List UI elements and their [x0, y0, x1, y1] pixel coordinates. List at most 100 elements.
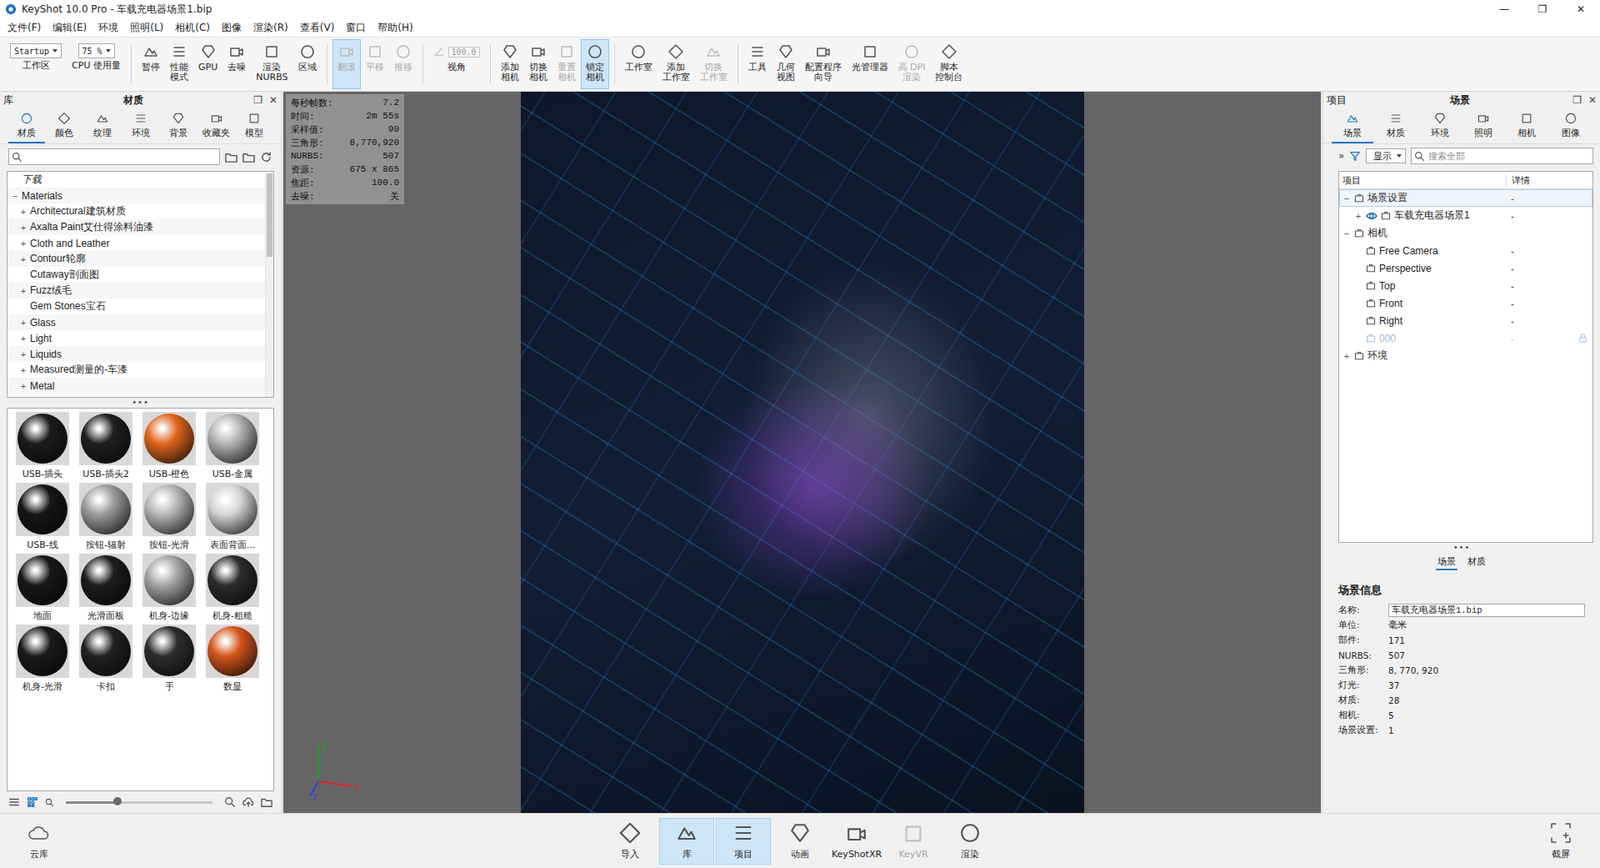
- menu-item[interactable]: 照明(L): [124, 20, 170, 35]
- grid-view-icon[interactable]: [26, 795, 39, 808]
- menu-item[interactable]: 渲染(R): [247, 20, 295, 35]
- display-dropdown[interactable]: 显示: [1365, 148, 1406, 164]
- tree-toggle[interactable]: +: [1354, 210, 1363, 221]
- tree-row[interactable]: +Metal: [7, 377, 265, 394]
- toolbar-button[interactable]: 切换 相机: [524, 39, 553, 90]
- library-tab[interactable]: 纹理: [84, 108, 121, 144]
- eye-icon[interactable]: [1365, 210, 1378, 222]
- toolbar-button[interactable]: 脚本 控制台: [930, 39, 968, 90]
- material-thumbnail[interactable]: USB-线: [10, 482, 75, 554]
- bottom-button[interactable]: 库: [659, 817, 715, 865]
- material-thumbnail[interactable]: USB-插头: [10, 411, 75, 483]
- project-tab[interactable]: 相机: [1505, 108, 1548, 144]
- tree-row[interactable]: +Contour轮廓: [7, 250, 265, 267]
- toolbar-button[interactable]: 工作室: [620, 39, 658, 90]
- folder-action-icon[interactable]: [260, 150, 273, 164]
- window-control-button[interactable]: ✕: [1561, 0, 1600, 19]
- toolbar-button[interactable]: 推移: [389, 39, 418, 90]
- toolbar-button[interactable]: 区域: [293, 39, 322, 90]
- scene-tree-row[interactable]: −相机: [1339, 224, 1593, 242]
- toolbar-button[interactable]: 性能 模式: [165, 39, 194, 90]
- toolbar-button[interactable]: 75 %CPU 使用量: [66, 39, 126, 90]
- scene-tree-row[interactable]: +环境: [1339, 346, 1593, 365]
- scene-tree-row[interactable]: 000-: [1339, 329, 1593, 347]
- panel-control-button[interactable]: ❐: [1572, 94, 1582, 106]
- folder-action-icon[interactable]: [225, 150, 238, 164]
- tree-toggle[interactable]: +: [19, 365, 28, 375]
- library-tab[interactable]: 模型: [235, 108, 273, 144]
- material-thumbnail[interactable]: 按钮-辐射: [74, 482, 138, 554]
- toolbar-button[interactable]: 暂停: [136, 39, 165, 90]
- material-thumbnail[interactable]: 表面背面...: [200, 482, 265, 554]
- tree-row[interactable]: +Liquids: [7, 345, 265, 362]
- render-image[interactable]: [520, 91, 1085, 813]
- bottom-button[interactable]: 渲染: [942, 817, 998, 865]
- scene-tree-row[interactable]: +车载充电器场景1-: [1339, 206, 1593, 225]
- tree-row[interactable]: Gem Stones宝石: [7, 298, 265, 315]
- project-tab[interactable]: 照明: [1462, 108, 1505, 144]
- toolbar-button[interactable]: 配置程序 向导: [800, 39, 847, 90]
- splitter-handle[interactable]: •••: [1323, 542, 1600, 553]
- lock-icon[interactable]: [1578, 333, 1588, 343]
- material-thumbnail[interactable]: USB-金属: [200, 411, 265, 483]
- project-tab[interactable]: 材质: [1375, 108, 1417, 144]
- tree-row[interactable]: −Materials: [7, 187, 265, 204]
- panel-control-button[interactable]: ✕: [1588, 94, 1597, 106]
- library-tab[interactable]: 环境: [122, 108, 160, 144]
- info-tab[interactable]: 场景: [1435, 554, 1458, 570]
- toolbar-button[interactable]: 工具: [743, 39, 772, 90]
- tree-toggle[interactable]: +: [19, 254, 28, 265]
- search-input[interactable]: 搜索全部: [1410, 147, 1594, 165]
- toolbar-button[interactable]: 光管理器: [846, 39, 894, 90]
- toolbar-button[interactable]: 100.0视角: [428, 39, 485, 90]
- thumbnail-size-slider[interactable]: [65, 800, 213, 804]
- scrollbar-thumb[interactable]: [266, 173, 273, 257]
- scene-tree-row[interactable]: Front-: [1339, 294, 1593, 312]
- tree-toggle[interactable]: +: [19, 317, 28, 328]
- material-thumbnail[interactable]: 按钮-光滑: [137, 482, 201, 554]
- render-viewport[interactable]: 每秒帧数:7.2时间:2m 55s采样值:90三角形:8,770,920NURB…: [283, 91, 1321, 813]
- project-tab[interactable]: 场景: [1331, 108, 1374, 144]
- column-title[interactable]: 项目: [1339, 174, 1506, 187]
- menu-item[interactable]: 编辑(E): [46, 20, 93, 35]
- project-tab[interactable]: 图像: [1550, 108, 1592, 144]
- scene-tree-row[interactable]: Right-: [1339, 311, 1593, 330]
- toolbar-dropdown[interactable]: 75 %: [78, 43, 115, 59]
- info-tab[interactable]: 材质: [1465, 554, 1488, 570]
- menu-item[interactable]: 窗口: [340, 20, 372, 35]
- tree-toggle[interactable]: +: [19, 238, 28, 249]
- toolbar-button[interactable]: 锁定 相机: [580, 39, 610, 90]
- tree-toggle[interactable]: +: [19, 380, 28, 391]
- toolbar-button[interactable]: 去噪: [222, 39, 251, 90]
- scene-tree-row[interactable]: −场景设置-: [1339, 189, 1593, 207]
- material-thumbnail[interactable]: 卡扣: [74, 624, 138, 695]
- toolbar-button[interactable]: 添加 相机: [495, 39, 525, 90]
- search-input[interactable]: [8, 148, 220, 165]
- material-thumbnail[interactable]: USB-插头2: [74, 411, 138, 483]
- material-thumbnail[interactable]: 机身-粗糙: [200, 553, 265, 625]
- bottom-button[interactable]: 项目: [715, 817, 771, 865]
- list-view-icon[interactable]: [8, 795, 20, 808]
- tree-row[interactable]: Cutaway剖面图: [7, 266, 265, 283]
- material-thumbnail[interactable]: 机身-边缘: [137, 553, 201, 625]
- menu-item[interactable]: 文件(F): [1, 20, 47, 35]
- scene-tree-row[interactable]: Perspective-: [1339, 259, 1593, 277]
- toolbar-button[interactable]: 几何 视图: [771, 39, 800, 90]
- menu-item[interactable]: 图像: [215, 20, 248, 35]
- zoom-in-icon[interactable]: [224, 795, 236, 808]
- bottom-button[interactable]: 动画: [772, 817, 828, 865]
- tree-toggle[interactable]: +: [1342, 350, 1351, 361]
- toolbar-button[interactable]: 添加 工作室: [657, 39, 695, 90]
- panel-control-button[interactable]: ✕: [269, 94, 278, 106]
- scene-tree-row[interactable]: Top-: [1339, 276, 1593, 295]
- tree-row[interactable]: +Architectural建筑材质: [7, 203, 265, 220]
- cloud-upload-icon[interactable]: [242, 795, 255, 808]
- menu-item[interactable]: 环境: [92, 20, 125, 35]
- scene-tree-row[interactable]: Free Camera-: [1339, 241, 1593, 260]
- tree-row[interactable]: +Glass: [7, 314, 265, 330]
- tree-row[interactable]: +Axalta Paint艾仕得涂料油漆: [7, 219, 265, 235]
- tree-toggle[interactable]: +: [19, 349, 28, 360]
- toolbar-button[interactable]: 切换 工作室: [695, 39, 733, 90]
- menu-item[interactable]: 相机(C): [169, 20, 216, 35]
- tree-scrollbar[interactable]: [265, 171, 274, 397]
